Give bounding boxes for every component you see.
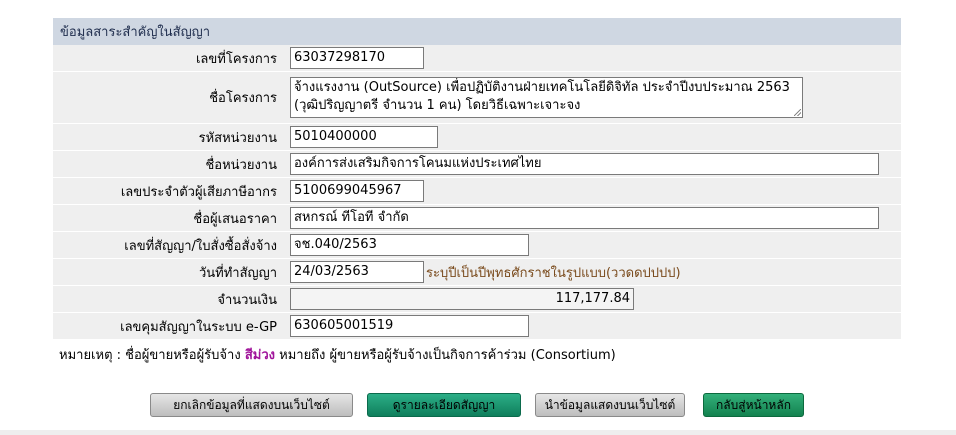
amount-field[interactable]: 117,177.84 (290, 288, 634, 310)
form-row-bidder-name: ชื่อผู้เสนอราคา สหกรณ์ ทีโอที จำกัด (53, 205, 901, 232)
egp-number-field[interactable]: 630605001519 (290, 315, 529, 337)
label-agency-name: ชื่อหน่วยงาน (53, 151, 286, 178)
contract-number-field[interactable]: จช.040/2563 (290, 234, 529, 256)
note-suffix: หมายถึง ผู้ขายหรือผู้รับจ้างเป็นกิจการค้… (279, 348, 616, 363)
project-name-line2: (วุฒิปริญญาตรี จำนวน 1 คน) โดยวิธีเฉพาะเ… (294, 98, 581, 113)
form-row-project-number: เลขที่โครงการ 63037298170 (53, 45, 901, 72)
form-row-egp-number: เลขคุมสัญญาในระบบ e-GP 630605001519 (53, 313, 901, 340)
form-row-amount: จำนวนเงิน 117,177.84 (53, 286, 901, 313)
date-format-hint: ระบุปีเป็นปีพุทธศักราชในรูปแบบ(ววดดปปปป) (426, 265, 681, 281)
project-number-field[interactable]: 63037298170 (290, 47, 424, 69)
form-row-agency-code: รหัสหน่วยงาน 5010400000 (53, 124, 901, 151)
contract-form: เลขที่โครงการ 63037298170 ชื่อโครงการ จ้… (53, 45, 901, 340)
back-to-home-button[interactable]: กลับสู่หน้าหลัก (703, 393, 804, 417)
project-name-textarea[interactable]: จ้างแรงงาน (OutSource) เพื่อปฏิบัติงานฝ่… (290, 77, 803, 118)
contract-info-panel: ข้อมูลสาระสำคัญในสัญญา เลขที่โครงการ 630… (53, 18, 901, 340)
label-project-number: เลขที่โครงการ (53, 45, 286, 72)
form-row-contract-date: วันที่ทำสัญญา 24/03/2563 ระบุปีเป็นปีพุทธ… (53, 259, 901, 286)
label-contract-date: วันที่ทำสัญญา (53, 259, 286, 286)
label-amount: จำนวนเงิน (53, 286, 286, 313)
cancel-publish-button[interactable]: ยกเลิกข้อมูลที่แสดงบนเว็บไซต์ (150, 393, 353, 417)
label-contract-number: เลขที่สัญญา/ใบสั่งซื้อสั่งจ้าง (53, 232, 286, 259)
consortium-note: หมายเหตุ : ชื่อผู้ขายหรือผู้รับจ้าง สีม่… (59, 344, 616, 365)
label-egp-number: เลขคุมสัญญาในระบบ e-GP (53, 313, 286, 340)
form-row-contract-number: เลขที่สัญญา/ใบสั่งซื้อสั่งจ้าง จช.040/25… (53, 232, 901, 259)
panel-title: ข้อมูลสาระสำคัญในสัญญา (53, 18, 901, 45)
label-project-name: ชื่อโครงการ (53, 72, 286, 124)
form-row-agency-name: ชื่อหน่วยงาน องค์การส่งเสริมกิจการโคนมแห… (53, 151, 901, 178)
form-row-tax-id: เลขประจำตัวผู้เสียภาษีอากร 5100699045967 (53, 178, 901, 205)
form-row-project-name: ชื่อโครงการ จ้างแรงงาน (OutSource) เพื่อ… (53, 72, 901, 124)
label-bidder-name: ชื่อผู้เสนอราคา (53, 205, 286, 232)
bidder-name-field[interactable]: สหกรณ์ ทีโอที จำกัด (290, 207, 879, 229)
tax-id-field[interactable]: 5100699045967 (290, 180, 424, 202)
contract-date-field[interactable]: 24/03/2563 (290, 261, 424, 283)
label-tax-id: เลขประจำตัวผู้เสียภาษีอากร (53, 178, 286, 205)
resize-grip-icon[interactable] (794, 109, 801, 116)
note-highlight: สีม่วง (244, 348, 275, 363)
project-name-line1: จ้างแรงงาน (OutSource) เพื่อปฏิบัติงานฝ่… (294, 80, 790, 95)
view-contract-details-button[interactable]: ดูรายละเอียดสัญญา (367, 393, 521, 417)
footer-divider (0, 430, 956, 435)
agency-code-field[interactable]: 5010400000 (290, 126, 438, 148)
note-prefix: หมายเหตุ : ชื่อผู้ขายหรือผู้รับจ้าง (59, 348, 241, 363)
agency-name-field[interactable]: องค์การส่งเสริมกิจการโคนมแห่งประเทศไทย (290, 153, 879, 175)
publish-to-website-button[interactable]: นำข้อมูลแสดงบนเว็บไซต์ (535, 393, 685, 417)
label-agency-code: รหัสหน่วยงาน (53, 124, 286, 151)
